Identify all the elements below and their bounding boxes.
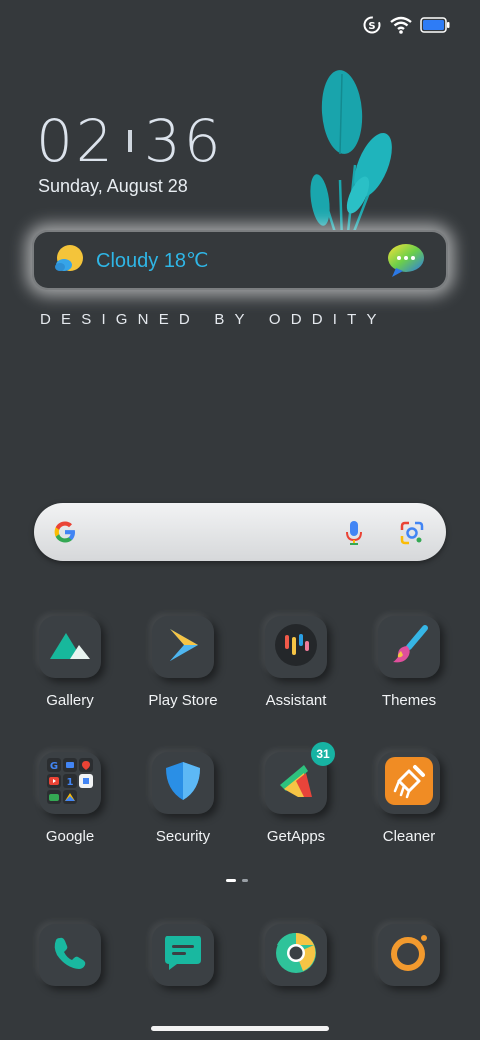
app-themes[interactable]: Themes [354,616,464,709]
app-label: Google [45,828,95,845]
chat-bubble-icon[interactable] [386,243,426,284]
page-indicator[interactable] [226,879,248,882]
gesture-navigation-bar[interactable] [151,1026,329,1031]
page-dot-active [226,879,236,882]
svg-text:G: G [50,761,58,772]
google-lens-icon[interactable] [400,521,424,550]
app-label: Cleaner [382,828,436,845]
status-bar: S [362,16,450,38]
microphone-icon[interactable] [344,520,364,551]
svg-text:S: S [368,21,375,32]
weather-text: Cloudy 18℃ [96,250,209,272]
security-shield-icon [164,760,202,807]
app-assistant[interactable]: Assistant [241,616,351,709]
app-security[interactable]: Security [128,752,238,845]
app-label: Security [155,828,211,845]
chrome-icon [275,932,317,979]
weather-widget[interactable]: Cloudy 18℃ [32,230,448,290]
clock-widget[interactable]: 02 36 [36,112,224,170]
notification-badge: 31 [311,742,335,766]
dock-phone[interactable] [15,924,125,986]
app-label: Assistant [265,692,327,709]
partly-cloudy-icon [54,245,86,280]
phone-icon [52,935,88,976]
date-label[interactable]: Sunday, August 28 [38,176,188,197]
wifi-icon [390,16,412,39]
app-label: Gallery [46,692,94,709]
google-search-bar[interactable] [34,503,446,561]
battery-icon [420,16,450,38]
data-saver-icon: S [362,15,382,40]
app-label: Themes [381,692,437,709]
dock-messages[interactable] [128,924,238,986]
svg-text:1: 1 [67,777,74,788]
app-play-store[interactable]: Play Store [128,616,238,709]
play-store-icon [166,627,200,668]
camera-icon [388,932,430,979]
app-cleaner[interactable]: Cleaner [354,752,464,845]
google-g-icon [51,518,79,551]
messages-icon [163,934,203,977]
getapps-icon [274,759,318,808]
clock-hours: 02 [36,107,116,175]
dock-chrome[interactable] [241,924,351,986]
cleaner-broom-icon [385,756,433,810]
clock-minutes: 36 [143,107,224,175]
page-dot [242,879,248,882]
app-getapps[interactable]: 31 GetApps [241,742,351,845]
dock-camera[interactable] [354,924,464,986]
app-label: Play Store [148,692,218,709]
google-folder-icon: G 1 [45,756,95,811]
assistant-icon [274,623,318,672]
app-label: GetApps [266,828,326,845]
app-gallery[interactable]: Gallery [15,616,125,709]
themes-brush-icon [389,624,429,670]
clock-separator [127,130,132,152]
gallery-icon [48,629,92,666]
tagline-text: DESIGNED BY ODDITY [40,311,387,328]
app-google-folder[interactable]: G 1 Google [15,752,125,845]
